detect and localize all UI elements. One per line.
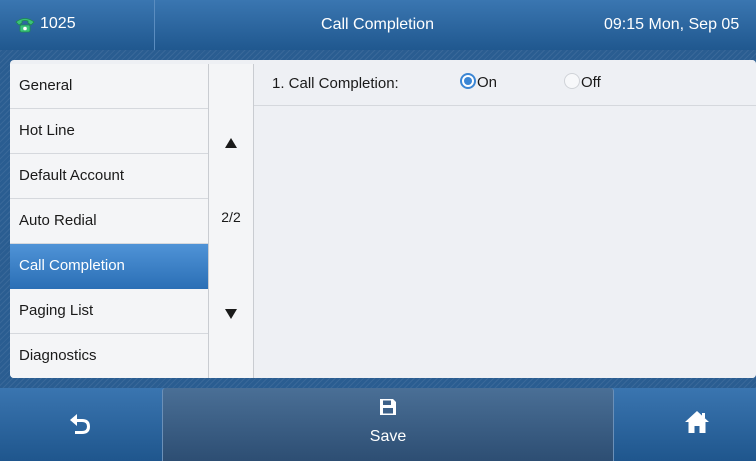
- setting-row-call-completion: 1. Call Completion: On Off: [254, 60, 756, 106]
- account-number: 1025: [40, 15, 76, 32]
- settings-panel: General Hot Line Default Account Auto Re…: [10, 60, 756, 378]
- menu-item-label: Paging List: [19, 302, 94, 319]
- menu-item-paging-list[interactable]: Paging List: [10, 289, 208, 334]
- menu-item-label: Diagnostics: [19, 347, 97, 364]
- back-button[interactable]: [0, 388, 160, 461]
- clock: 09:15 Mon, Sep 05: [604, 16, 740, 33]
- menu-item-label: Hot Line: [19, 122, 75, 139]
- menu-item-call-completion[interactable]: Call Completion: [10, 244, 208, 289]
- radio-on[interactable]: On: [460, 72, 520, 94]
- settings-menu: General Hot Line Default Account Auto Re…: [10, 64, 208, 378]
- radio-off-label: Off: [581, 74, 601, 91]
- radio-unchecked-icon: [564, 73, 580, 89]
- settings-content: 1. Call Completion: On Off: [254, 60, 756, 378]
- radio-on-label: On: [477, 74, 498, 91]
- phone-icon: [15, 18, 35, 33]
- menu-item-diagnostics[interactable]: Diagnostics: [10, 334, 208, 378]
- setting-label: 1. Call Completion:: [272, 75, 399, 92]
- menu-item-general[interactable]: General: [10, 64, 208, 109]
- menu-item-label: Call Completion: [19, 257, 125, 274]
- scroll-down-icon[interactable]: [225, 309, 237, 319]
- menu-item-label: Default Account: [19, 167, 125, 184]
- menu-item-label: Auto Redial: [19, 212, 97, 229]
- radio-checked-icon: [460, 73, 476, 89]
- status-bar: 1025 Call Completion 09:15 Mon, Sep 05: [0, 0, 756, 50]
- softkey-bar: Save: [0, 388, 756, 461]
- page-title: Call Completion: [321, 16, 434, 33]
- radio-off[interactable]: Off: [564, 72, 624, 94]
- menu-item-label: General: [19, 77, 73, 94]
- floppy-disk-icon: [380, 399, 396, 415]
- save-label: Save: [369, 428, 407, 445]
- menu-item-default-account[interactable]: Default Account: [10, 154, 208, 199]
- phone-screen: 1025 Call Completion 09:15 Mon, Sep 05 G…: [0, 0, 756, 461]
- save-button[interactable]: Save: [162, 388, 614, 461]
- page-indicator: 2/2: [221, 209, 241, 225]
- scroll-up-icon[interactable]: [225, 138, 237, 148]
- account-indicator[interactable]: 1025: [0, 0, 155, 50]
- menu-item-hot-line[interactable]: Hot Line: [10, 109, 208, 154]
- home-icon: [685, 411, 709, 433]
- menu-item-auto-redial[interactable]: Auto Redial: [10, 199, 208, 244]
- back-arrow-icon: [70, 414, 90, 434]
- menu-scroller: 2/2: [208, 64, 254, 378]
- home-button[interactable]: [616, 388, 756, 461]
